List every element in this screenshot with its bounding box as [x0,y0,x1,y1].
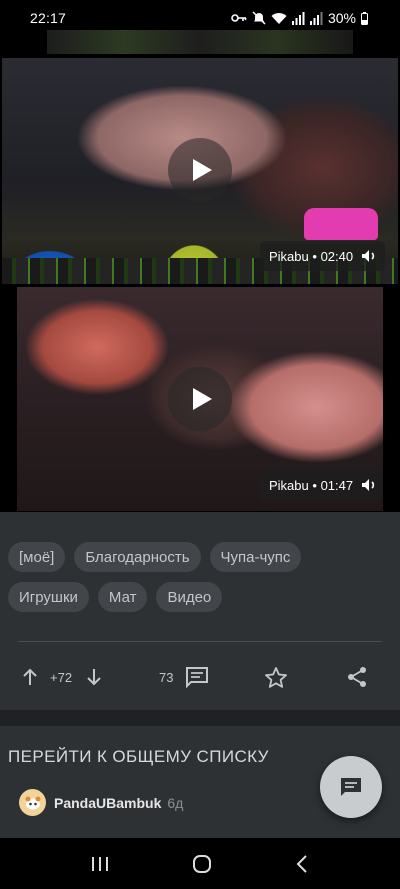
divider [18,641,382,642]
status-icons: 30% [231,10,368,26]
back-icon[interactable] [295,854,309,873]
wifi-icon [271,12,287,24]
post-footer: [моё] Благодарность Чупа-чупс Игрушки Ма… [0,512,400,710]
battery-level: 30% [327,10,356,26]
video-source: Pikabu [269,477,309,493]
play-icon [193,159,212,181]
comments-button[interactable]: 73 [159,658,209,696]
star-icon [265,666,287,688]
downvote-button[interactable] [84,658,104,696]
play-icon [193,388,212,410]
rating-value: +72 [50,669,73,685]
comment-author-name[interactable]: PandaUBambuk [54,795,161,811]
tag[interactable]: Благодарность [74,542,201,572]
comments-fab[interactable] [320,756,382,818]
signal-icon [291,11,305,25]
video-duration: 01:47 [320,477,354,493]
arrow-up-icon [23,668,37,685]
video-player-2[interactable]: Pikabu • 01:47 [17,287,383,511]
video-source: Pikabu [269,248,309,264]
tag[interactable]: Мат [97,582,148,612]
tag[interactable]: [моё] [8,542,66,572]
system-navbar [0,838,400,889]
rating-count: +72 [50,658,72,696]
volume-icon[interactable] [361,249,377,263]
play-button[interactable] [168,138,232,202]
play-button[interactable] [168,367,232,431]
tag-list: [моё] Благодарность Чупа-чупс Игрушки Ма… [8,542,388,612]
comment-icon [186,667,209,688]
key-icon [231,14,247,22]
status-time: 22:17 [30,10,67,26]
video-badge: Pikabu • 02:40 [260,241,386,271]
video-frame-content [304,208,378,240]
signal-icon [309,11,323,25]
battery-icon [361,11,368,25]
comments-count: 73 [159,669,174,685]
bookmark-button[interactable] [264,658,288,696]
share-icon [348,667,366,687]
tag[interactable]: Видео [156,582,223,612]
recent-apps-icon[interactable] [91,856,109,872]
video-player-1[interactable]: Pikabu • 02:40 [2,58,398,284]
share-button[interactable] [346,658,368,696]
post-actions: +72 73 [0,658,400,696]
video-partial[interactable] [47,30,353,54]
section-gap [0,710,400,726]
go-to-list-link[interactable]: ПЕРЕЙТИ К ОБЩЕМУ СПИСКУ [8,747,269,767]
badge-separator: • [312,477,317,493]
video-badge: Pikabu • 01:47 [260,470,383,500]
mute-icon [252,11,266,25]
upvote-button[interactable] [20,658,40,696]
comment-author-row[interactable]: PandaUBambuk 6д [19,789,183,816]
badge-separator: • [312,248,317,264]
comment-icon [341,778,361,796]
avatar[interactable] [19,789,46,816]
tag[interactable]: Чупа-чупс [209,542,302,572]
tag[interactable]: Игрушки [8,582,89,612]
volume-icon[interactable] [361,478,377,492]
home-icon[interactable] [192,854,212,874]
comment-time: 6д [167,794,184,811]
avatar-image-icon [25,796,40,809]
arrow-down-icon [87,669,101,686]
video-duration: 02:40 [320,248,354,264]
